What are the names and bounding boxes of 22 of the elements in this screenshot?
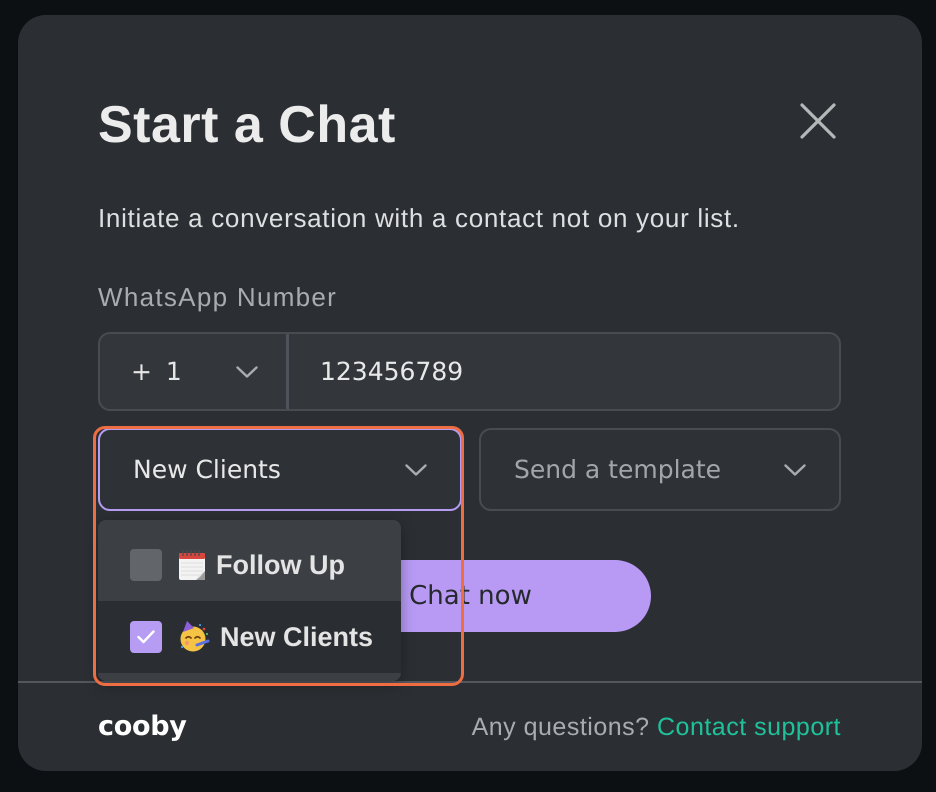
checkbox[interactable] [130, 621, 162, 653]
check-icon [137, 630, 155, 644]
dialog-title: Start a Chat [98, 95, 396, 155]
dialog-description: Initiate a conversation with a contact not on your list. [98, 202, 741, 234]
chevron-down-icon [236, 366, 258, 378]
template-select[interactable]: Send a template [479, 428, 841, 511]
calendar-icon [178, 549, 206, 581]
logo: cooby [98, 710, 187, 744]
phone-number-input[interactable]: 123456789 [289, 334, 839, 409]
tag-select[interactable]: New Clients [98, 428, 462, 511]
party-face-icon [178, 621, 210, 653]
field-label: WhatsApp Number [98, 281, 338, 313]
close-icon [800, 103, 836, 139]
menu-option[interactable]: Follow Up [98, 529, 401, 601]
checkbox[interactable] [130, 549, 162, 581]
chevron-down-icon [405, 464, 427, 476]
chevron-down-icon [784, 464, 806, 476]
country-code-select[interactable]: + 1 [100, 334, 289, 409]
contact-support-link[interactable]: Contact support [657, 712, 841, 740]
close-button[interactable] [800, 103, 836, 139]
menu-option[interactable]: New Clients [98, 601, 401, 673]
support-text: Any questions? Contact support [472, 712, 841, 742]
